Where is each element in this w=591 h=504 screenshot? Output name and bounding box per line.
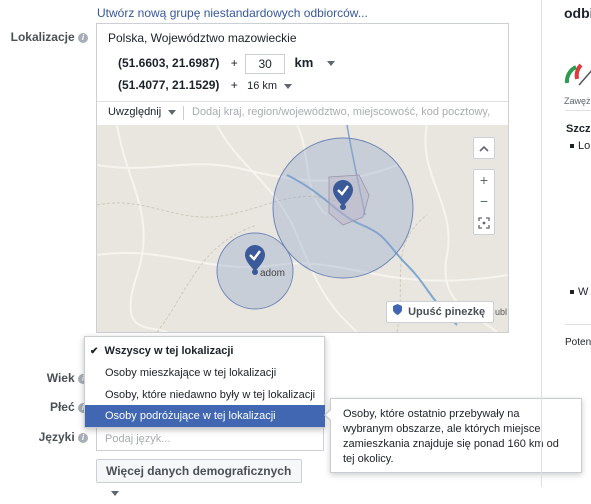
include-dropdown[interactable]: Uwzględnij: [108, 106, 177, 118]
languages-input[interactable]: Podaj język...: [96, 427, 324, 451]
create-custom-audience-link[interactable]: Utwórz nową grupę niestandardowych odbio…: [97, 6, 368, 20]
menu-item-label: Osoby mieszkające w tej lokalizacji: [105, 367, 277, 379]
more-demographics-label: Więcej danych demograficznych: [106, 464, 292, 478]
fullscreen-icon[interactable]: [474, 212, 494, 234]
pin-row-1: (51.6603, 21.6987) + 30 km: [118, 52, 335, 74]
location-label-text: Lokalizacje: [10, 30, 75, 44]
languages-label-text: Języki: [38, 430, 75, 444]
drop-pin-label: Upuść pinezkę: [408, 306, 486, 318]
pin-row-2: (51.4077, 21.1529) + 16 km: [118, 74, 293, 96]
radius-select-value: 16 km: [247, 80, 278, 92]
zoom-out-button[interactable]: −: [474, 191, 494, 212]
radius-select[interactable]: 16 km: [247, 80, 293, 92]
location-label: Lokalizacje i: [8, 30, 88, 44]
tooltip-text: Osoby, które ostatnio przebywały na wybr…: [343, 408, 559, 465]
gender-label: Płeć i: [20, 400, 88, 414]
right-panel-divider: [541, 0, 542, 487]
details-section-title: Szcz: [566, 123, 591, 135]
pin-coords-2: (51.4077, 21.1529): [118, 78, 220, 92]
languages-placeholder: Podaj język...: [105, 433, 171, 445]
map[interactable]: adom + − Upuść pinezkę ubl: [97, 125, 508, 332]
tooltip: Osoby, które ostatnio przebywały na wybr…: [330, 398, 582, 473]
right-panel-title: odbi: [564, 5, 591, 21]
include-search-row: Uwzględnij Dodaj kraj, region/województw…: [97, 101, 508, 125]
location-search-input[interactable]: Dodaj kraj, region/województwo, miejscow…: [192, 106, 502, 118]
drop-pin-button[interactable]: Upuść pinezkę: [386, 301, 494, 323]
check-icon: ✔: [90, 346, 99, 357]
pin-plus-1: +: [230, 56, 238, 70]
chevron-down-icon: [111, 491, 119, 497]
unit-caret-icon[interactable]: [326, 61, 335, 67]
details-bullet-2: W: [570, 286, 588, 298]
gauge-caption: Zawęż: [564, 96, 591, 106]
bullet-text: Lo: [578, 140, 591, 152]
menu-item-everyone[interactable]: ✔ Wszyscy w tej lokalizacji: [85, 339, 325, 363]
pin-coords-1: (51.6603, 21.6987): [118, 56, 220, 70]
languages-label: Języki i: [20, 430, 88, 444]
zoom-in-button[interactable]: +: [474, 170, 494, 191]
radius-unit: km: [294, 55, 314, 70]
tooltip-arrow-inner: [326, 409, 332, 421]
shield-pin-icon: [393, 302, 402, 322]
details-bullet-1: Lo: [570, 140, 590, 152]
right-panel-divider-h: [565, 110, 591, 111]
map-pin-dot: [340, 204, 346, 210]
zoom-controls: + −: [473, 169, 495, 235]
potential-reach-label: Poten: [565, 337, 591, 348]
menu-item-label: Osoby, które niedawno były w tej lokaliz…: [105, 389, 316, 401]
divider: [183, 106, 184, 120]
menu-item-recently-there[interactable]: Osoby, które niedawno były w tej lokaliz…: [85, 383, 325, 407]
map-pin-icon[interactable]: [333, 180, 353, 206]
region-text: Polska, Województwo mazowieckie: [108, 31, 297, 45]
map-attribution: ubl: [495, 307, 508, 317]
more-demographics-button[interactable]: Więcej danych demograficznych: [96, 459, 302, 497]
audience-gauge: [563, 55, 591, 95]
menu-item-label: Osoby podróżujące w tej lokalizacji: [105, 410, 276, 422]
menu-item-label: Wszyscy w tej lokalizacji: [104, 345, 234, 357]
map-city-label: adom: [260, 268, 286, 279]
chevron-down-icon: [168, 109, 177, 115]
right-panel-divider-h2: [565, 324, 591, 325]
info-icon[interactable]: i: [78, 432, 88, 443]
age-label: Wiek i: [20, 371, 88, 385]
menu-item-residents[interactable]: Osoby mieszkające w tej lokalizacji: [85, 361, 325, 385]
gender-label-text: Płeć: [49, 400, 75, 414]
map-collapse-button[interactable]: [473, 137, 495, 159]
bullet-text: W: [578, 286, 589, 298]
chevron-down-icon: [284, 83, 293, 89]
age-label-text: Wiek: [46, 371, 75, 385]
radius-input[interactable]: 30: [245, 53, 286, 74]
info-icon[interactable]: i: [78, 32, 88, 43]
pin-plus-2: +: [230, 78, 238, 92]
include-dropdown-label: Uwzględnij: [108, 106, 162, 118]
bullet-dot: [570, 290, 574, 295]
bullet-dot: [570, 144, 574, 149]
map-pin-dot: [252, 269, 258, 275]
location-type-menu: ✔ Wszyscy w tej lokalizacji Osoby mieszk…: [84, 336, 325, 428]
menu-item-travelers[interactable]: Osoby podróżujące w tej lokalizacji: [85, 405, 325, 427]
